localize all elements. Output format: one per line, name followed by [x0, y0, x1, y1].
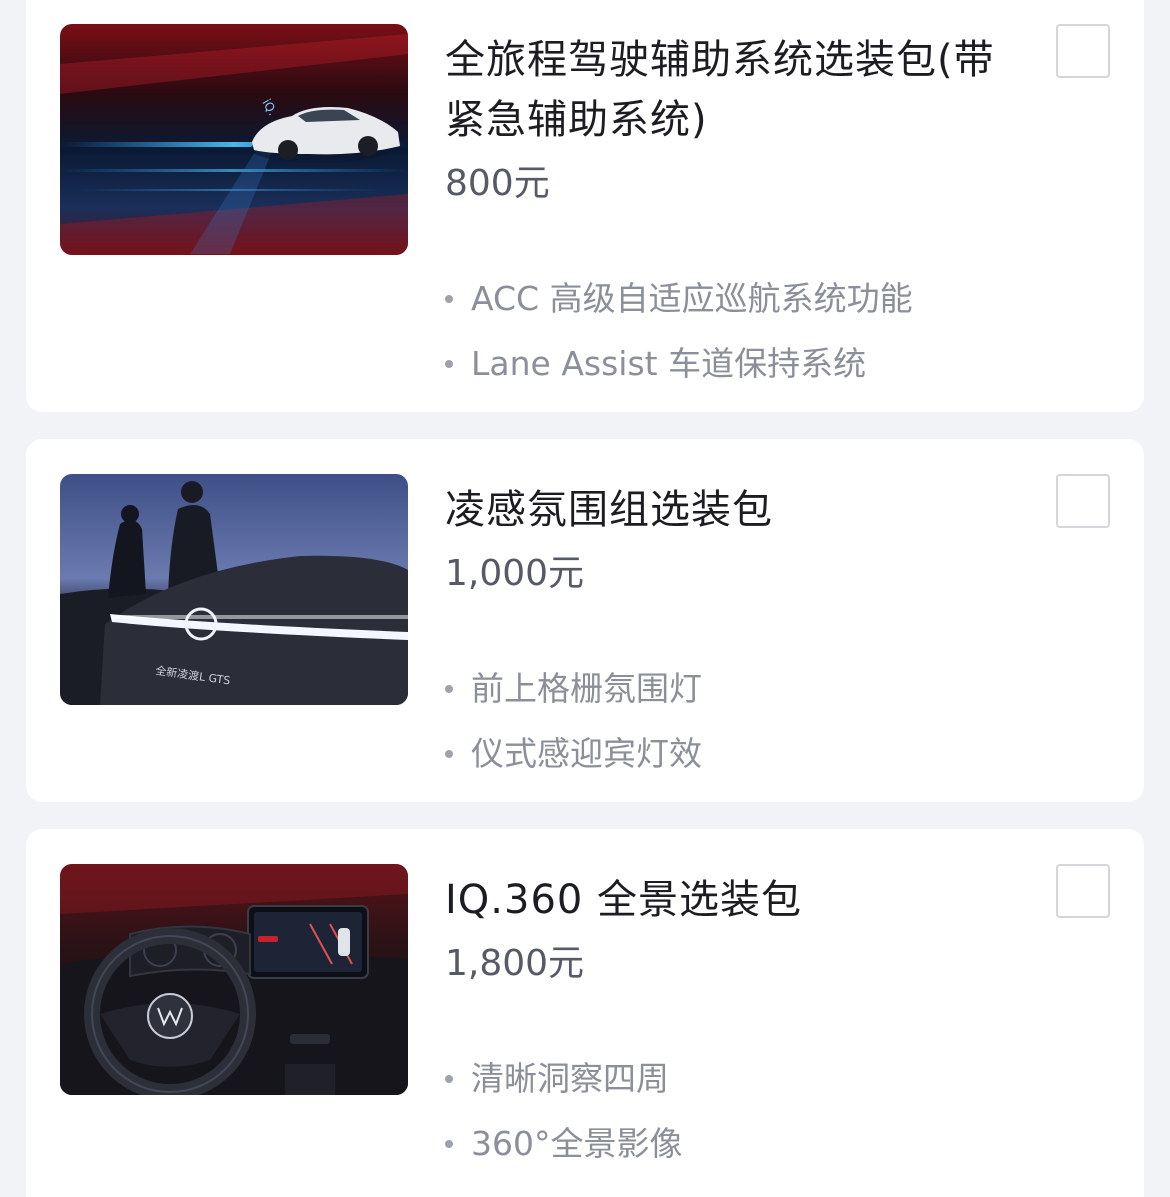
ambient-light-package-image: 全新凌渡L GTS	[60, 474, 408, 705]
feature-text: Lane Assist 车道保持系统	[471, 344, 867, 383]
feature-text: 仪式感迎宾灯效	[471, 734, 702, 773]
package-card-driver-assist[interactable]: iQ. 全旅程驾驶辅助系统选装包(带紧急辅助系统) 800元 ACC 高级自适应…	[26, 0, 1144, 412]
feature-text: ACC 高级自适应巡航系统功能	[471, 279, 913, 318]
package-title: 凌感氛围组选装包	[445, 487, 773, 533]
feature-text: 清晰洞察四周	[471, 1059, 669, 1098]
package-feature-list: 清晰洞察四周 360°全景影像	[445, 1046, 683, 1176]
feature-item: ACC 高级自适应巡航系统功能	[445, 266, 913, 331]
bullet-icon	[445, 685, 453, 693]
feature-item: 仪式感迎宾灯效	[445, 721, 702, 786]
package-select-checkbox[interactable]	[1056, 24, 1110, 78]
feature-item: 清晰洞察四周	[445, 1046, 683, 1111]
iq360-package-image	[60, 864, 408, 1095]
package-select-checkbox[interactable]	[1056, 474, 1110, 528]
bullet-icon	[445, 1140, 453, 1148]
option-package-list: iQ. 全旅程驾驶辅助系统选装包(带紧急辅助系统) 800元 ACC 高级自适应…	[0, 0, 1170, 1197]
package-title: 全旅程驾驶辅助系统选装包(带紧急辅助系统)	[445, 37, 995, 143]
package-feature-list: 前上格栅氛围灯 仪式感迎宾灯效	[445, 656, 702, 786]
feature-item: Lane Assist 车道保持系统	[445, 331, 913, 396]
feature-item: 360°全景影像	[445, 1111, 683, 1176]
driver-assist-package-image: iQ.	[60, 24, 408, 255]
bullet-icon	[445, 750, 453, 758]
package-card-iq360[interactable]: IQ.360 全景选装包 1,800元 清晰洞察四周 360°全景影像	[26, 829, 1144, 1197]
package-price: 1,000元	[445, 553, 585, 594]
bullet-icon	[445, 360, 453, 368]
package-title: IQ.360 全景选装包	[445, 877, 803, 923]
bullet-icon	[445, 1075, 453, 1083]
package-card-ambient-light[interactable]: 全新凌渡L GTS 凌感氛围组选装包 1,000元 前上格栅氛围灯 仪式感迎宾灯…	[26, 439, 1144, 802]
package-price: 1,800元	[445, 943, 585, 984]
feature-text: 360°全景影像	[471, 1124, 683, 1163]
package-feature-list: ACC 高级自适应巡航系统功能 Lane Assist 车道保持系统	[445, 266, 913, 396]
package-price: 800元	[445, 163, 550, 204]
package-select-checkbox[interactable]	[1056, 864, 1110, 918]
bullet-icon	[445, 295, 453, 303]
feature-text: 前上格栅氛围灯	[471, 669, 702, 708]
feature-item: 前上格栅氛围灯	[445, 656, 702, 721]
